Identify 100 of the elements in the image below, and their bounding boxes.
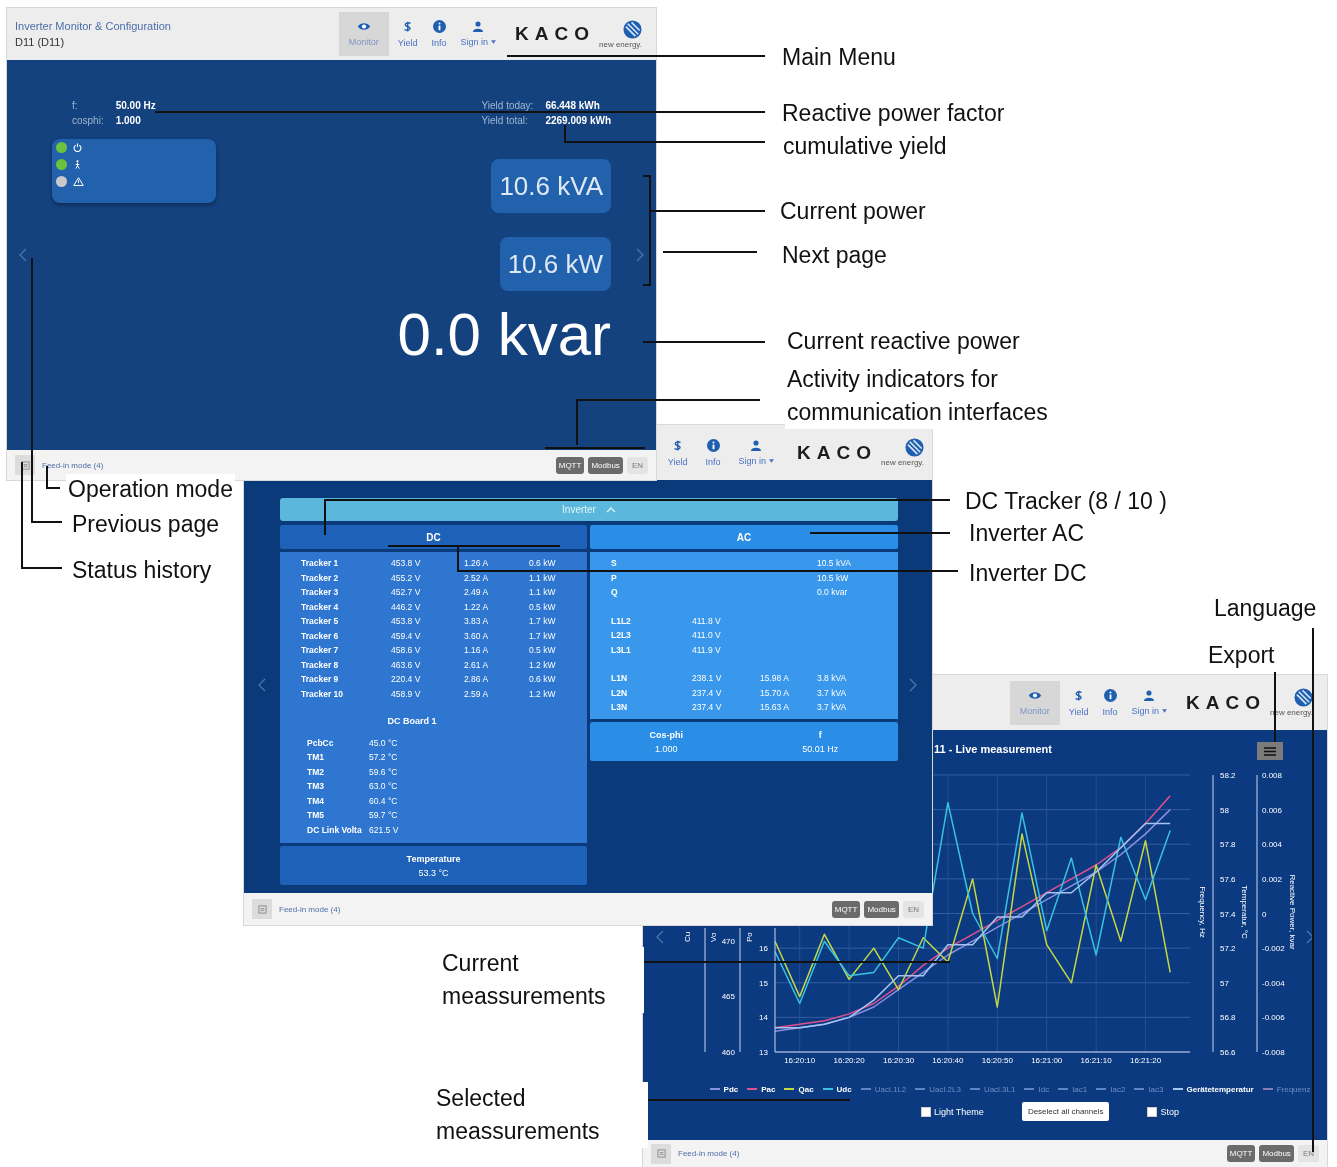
logo-tagline: new energy. <box>881 458 924 467</box>
row-label: Tracker 6 <box>301 630 340 641</box>
interface-indicator[interactable]: MQTT <box>1226 1145 1256 1162</box>
menu-button[interactable] <box>1257 742 1283 760</box>
chevron-right-icon[interactable] <box>1306 930 1314 944</box>
legend-item[interactable]: Uacl.2L3 <box>915 1084 961 1094</box>
checkbox[interactable] <box>921 1106 931 1117</box>
table-cell-text: 237.4 V <box>692 687 723 698</box>
active-power-tile: 10.6 kW <box>499 237 611 291</box>
nav-tab[interactable]: Info <box>700 430 726 475</box>
chevron-left-icon[interactable] <box>258 678 266 692</box>
tick-label: 16:20:20 <box>833 1056 865 1065</box>
globe-icon <box>623 19 642 39</box>
tick-label: 0.004 <box>1262 840 1283 850</box>
interface-indicator[interactable]: MQTT <box>555 456 585 474</box>
table-cell-text: 1.2 kW <box>529 659 557 670</box>
table-cell: 59.7 °C <box>369 810 399 820</box>
legend-item[interactable]: Idc <box>1024 1084 1050 1094</box>
tick-label: -0.002 <box>1262 944 1285 954</box>
table-cell-text: 2.59 A <box>464 688 490 699</box>
tick-label: 56.6 <box>1220 1048 1236 1057</box>
tick-label: -0.008 <box>1262 1048 1285 1057</box>
nav-tab[interactable]: Sign in <box>733 430 780 475</box>
language-button[interactable]: EN <box>902 900 924 918</box>
tick-label: 470 <box>721 937 735 946</box>
nav-tab[interactable]: Yield <box>662 430 693 475</box>
tick-label: 15 <box>759 978 768 988</box>
tick-label: 57.6 <box>1220 874 1236 884</box>
nav-tab[interactable]: Monitor <box>338 12 389 56</box>
legend-item[interactable]: Gerätetemperatur <box>1172 1084 1254 1094</box>
row-label: TM1 <box>307 752 325 762</box>
summary-label: Temperature <box>406 853 461 864</box>
legend-item[interactable]: Iac3 <box>1134 1084 1164 1094</box>
table-cell-text: 3.60 A <box>464 630 490 641</box>
chevron-left-icon[interactable] <box>656 930 664 944</box>
row-label: Tracker 10 <box>301 688 345 699</box>
nav-tab[interactable]: Yield <box>392 12 423 56</box>
legend-item[interactable]: Qac <box>784 1084 814 1094</box>
info-icon <box>432 20 446 33</box>
nav-tab[interactable]: Yield <box>1063 680 1094 725</box>
row-label: Tracker 1 <box>301 558 340 568</box>
user-icon <box>472 21 485 32</box>
interface-indicator[interactable]: Modbus <box>864 900 899 918</box>
nav-tab[interactable]: Sign in <box>1126 680 1173 725</box>
row-label: Tracker 4 <box>301 601 340 612</box>
legend-item[interactable]: Iac1 <box>1058 1084 1088 1094</box>
leader-line <box>1274 671 1276 743</box>
summary-label: Cos-phi <box>649 729 684 740</box>
table-cell-text: 220.4 V <box>391 674 422 684</box>
legend-item[interactable]: Uacl.3L1 <box>969 1084 1016 1094</box>
subsection-title: DC Board 1 <box>386 715 438 726</box>
tick-label: 13 <box>759 1048 768 1057</box>
nav-tab[interactable]: Sign in <box>455 12 502 56</box>
checkbox[interactable] <box>1147 1106 1158 1117</box>
legend-item[interactable]: Frequenz <box>1262 1084 1311 1094</box>
legend-item[interactable]: Pdc <box>709 1084 739 1094</box>
interface-indicator[interactable]: Modbus <box>1259 1145 1294 1162</box>
language-button[interactable]: EN <box>1297 1145 1319 1162</box>
row-label: L1N <box>611 673 629 683</box>
table-cell-text: 3.83 A <box>464 616 490 626</box>
tick-label: 465 <box>721 992 735 1001</box>
deselect-button[interactable]: Deselect all channels <box>1021 1102 1110 1121</box>
tick-label: 0.008 <box>1262 771 1283 780</box>
tick-label: 0.002 <box>1262 874 1283 884</box>
table-cell-text: 237.4 V <box>692 702 723 712</box>
list-icon <box>20 460 30 470</box>
globe-icon <box>905 438 924 457</box>
table-cell-text: 453.8 V <box>391 616 422 626</box>
column-header: DC <box>280 525 587 549</box>
legend-item[interactable]: Uacl.1L2 <box>860 1084 907 1094</box>
interface-indicator[interactable]: MQTT <box>831 900 861 918</box>
table-cell-text: 463.6 V <box>391 659 422 670</box>
chevron-left-icon[interactable] <box>19 248 27 262</box>
table-cell-text: 458.9 V <box>391 688 422 699</box>
interface-indicator[interactable]: Modbus <box>588 456 623 474</box>
dollar-icon <box>673 438 683 452</box>
row-label: TM2 <box>307 766 325 777</box>
language-button[interactable]: EN <box>626 456 648 474</box>
table-cell-text: 0.0 kvar <box>817 587 849 597</box>
nav-tab[interactable]: Monitor <box>1009 680 1060 725</box>
tick-label: 56.8 <box>1220 1013 1236 1023</box>
eye-icon <box>1027 689 1042 701</box>
axis-title: Reactive Power, kvar <box>1288 874 1297 950</box>
table-cell-text: 1.22 A <box>464 601 490 612</box>
annotation-label: Operation mode <box>66 474 235 504</box>
legend-item[interactable]: Udc <box>822 1084 852 1094</box>
apparent-power-tile: 10.6 kVA <box>491 159 611 213</box>
table-cell-text: 2.52 A <box>464 572 490 583</box>
checkbox-label: Stop <box>1160 1106 1179 1117</box>
nav-tab[interactable]: Info <box>1097 680 1123 725</box>
nav-tab[interactable]: Info <box>426 12 452 56</box>
tick-label: 16 <box>759 944 768 954</box>
chevron-right-icon[interactable] <box>909 678 917 692</box>
reading-value: 50.00 Hz <box>115 100 156 111</box>
info-icon <box>706 438 720 452</box>
row-label: Tracker 5 <box>301 616 340 626</box>
chevron-right-icon[interactable] <box>636 248 644 262</box>
table-cell-text: 1.1 kW <box>529 587 557 597</box>
legend-item[interactable]: Pac <box>747 1084 776 1094</box>
legend-item[interactable]: Iac2 <box>1096 1084 1126 1094</box>
